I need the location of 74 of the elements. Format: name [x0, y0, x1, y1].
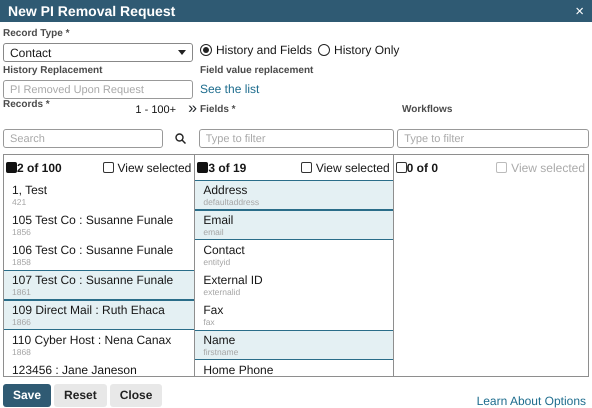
close-button[interactable]: ×: [575, 4, 584, 18]
list-item[interactable]: 109 Direct Mail : Ruth Ehaca 1866: [4, 300, 194, 330]
item-id: 421: [12, 197, 28, 208]
item-name: 106 Test Co : Susanne Funale: [12, 243, 174, 257]
radio-button[interactable]: [200, 44, 212, 56]
select-all-checkbox[interactable]: [6, 162, 17, 173]
field-label: Records *: [3, 99, 50, 111]
item-name: Home Phone: [203, 363, 274, 376]
view-selected-checkbox[interactable]: View selected: [300, 158, 390, 176]
item-name: Name: [203, 333, 236, 347]
item-id: email: [203, 227, 225, 238]
see-list-link[interactable]: See the list: [200, 80, 260, 98]
list-item[interactable]: Email email: [195, 210, 393, 240]
item-id: externalid: [203, 287, 242, 298]
field-label: Field value replacement: [200, 65, 314, 77]
field-label: Fields *: [200, 104, 236, 115]
item-name: Contact: [203, 243, 246, 257]
learn-options-link[interactable]: Learn About Options: [476, 392, 586, 408]
item-id: 1868: [12, 347, 32, 358]
item-name: Address: [203, 183, 248, 197]
item-id: 1856: [12, 227, 32, 238]
list-item[interactable]: Address defaultaddress: [195, 180, 393, 210]
filter-field[interactable]: Type to filter: [397, 129, 590, 148]
filter-field[interactable]: Type to filter: [198, 129, 394, 148]
item-name: External ID: [203, 273, 264, 287]
list-item[interactable]: 110 Cyber Host : Nena Canax 1868: [4, 330, 194, 360]
list-item[interactable]: Home Phone: [195, 360, 393, 376]
list-item[interactable]: 105 Test Co : Susanne Funale 1856: [4, 210, 194, 240]
item-name: 105 Test Co : Susanne Funale: [12, 213, 174, 227]
item-id: defaultaddress: [203, 197, 260, 208]
select-all-checkbox[interactable]: [197, 162, 208, 173]
item-name: 123456 : Jane Janeson: [12, 363, 138, 376]
action-button[interactable]: Close: [110, 384, 162, 406]
view-selected-checkbox[interactable]: View selected: [102, 158, 192, 176]
list-item[interactable]: 106 Test Co : Susanne Funale 1858: [4, 240, 194, 270]
page-range: 1 - 100+: [135, 103, 176, 118]
item-name: 1, Test: [12, 183, 48, 197]
list-item[interactable]: Fax fax: [195, 300, 393, 330]
item-name: Email: [203, 213, 234, 227]
item-id: firstname: [203, 347, 240, 358]
selection-count: 0 of 0: [406, 160, 438, 176]
radio-button[interactable]: [318, 44, 330, 56]
item-id: entityid: [203, 257, 232, 268]
select-all-checkbox[interactable]: [396, 162, 407, 173]
search-icon[interactable]: [175, 133, 186, 144]
item-name: Fax: [203, 303, 224, 317]
window-title: New PI Removal Request: [8, 2, 176, 21]
action-button[interactable]: Reset: [54, 384, 107, 406]
selection-count: 2 of 100: [17, 160, 62, 176]
item-name: 107 Test Co : Susanne Funale: [12, 273, 174, 287]
list-item[interactable]: 107 Test Co : Susanne Funale 1861: [4, 270, 194, 300]
item-name: 109 Direct Mail : Ruth Ehaca: [12, 303, 166, 317]
item-name: 110 Cyber Host : Nena Canax: [12, 333, 172, 347]
item-id: 1866: [12, 317, 32, 328]
radio-label[interactable]: History Only: [334, 41, 400, 59]
radio-label[interactable]: History and Fields: [216, 41, 312, 59]
list-item[interactable]: Name firstname: [195, 330, 393, 360]
list-item[interactable]: 1, Test 421: [4, 180, 194, 210]
history-replacement-field[interactable]: PI Removed Upon Request: [3, 80, 193, 99]
search-field[interactable]: Search: [3, 129, 163, 148]
record-type-select[interactable]: Contact: [3, 43, 193, 62]
field-label: History Replacement: [3, 65, 104, 77]
list-item[interactable]: 123456 : Jane Janeson: [4, 360, 194, 376]
field-label: Workflows: [402, 104, 452, 115]
item-id: 1861: [12, 287, 32, 298]
caret-icon: [178, 50, 186, 55]
list-item[interactable]: Contact entityid: [195, 240, 393, 270]
item-id: 1858: [12, 257, 32, 268]
list-item[interactable]: External ID externalid: [195, 270, 393, 300]
next-page-button[interactable]: »: [188, 102, 197, 116]
action-button[interactable]: Save: [3, 384, 52, 406]
selection-count: 3 of 19: [208, 160, 246, 176]
item-id: fax: [203, 317, 216, 328]
field-label: Record Type *: [3, 28, 70, 40]
